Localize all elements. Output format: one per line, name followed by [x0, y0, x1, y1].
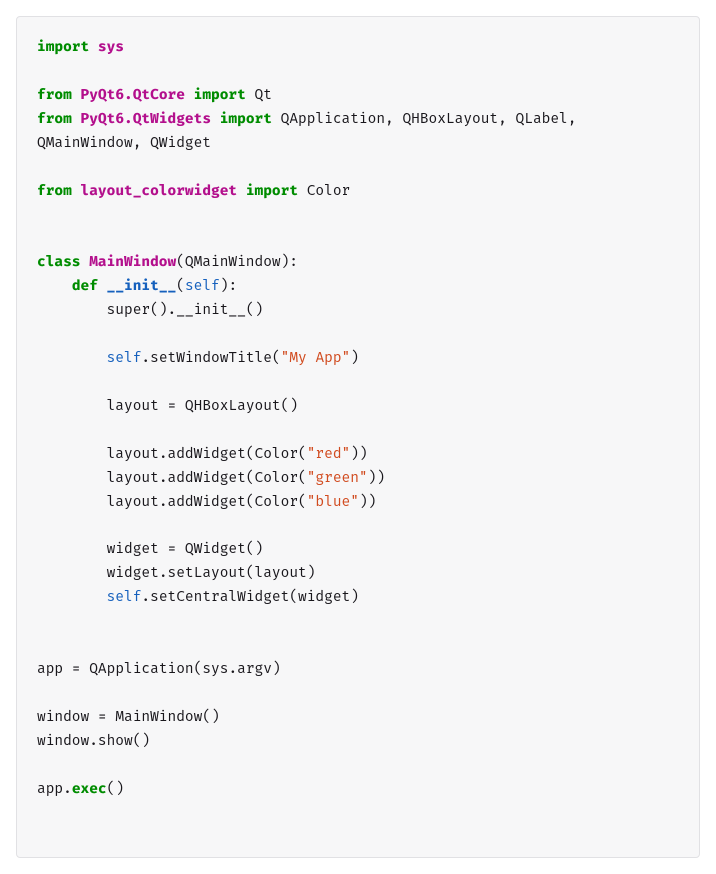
code-block: import sys from PyQt6.QtCore import Qt f…: [16, 16, 700, 858]
code-content: import sys from PyQt6.QtCore import Qt f…: [37, 35, 679, 801]
